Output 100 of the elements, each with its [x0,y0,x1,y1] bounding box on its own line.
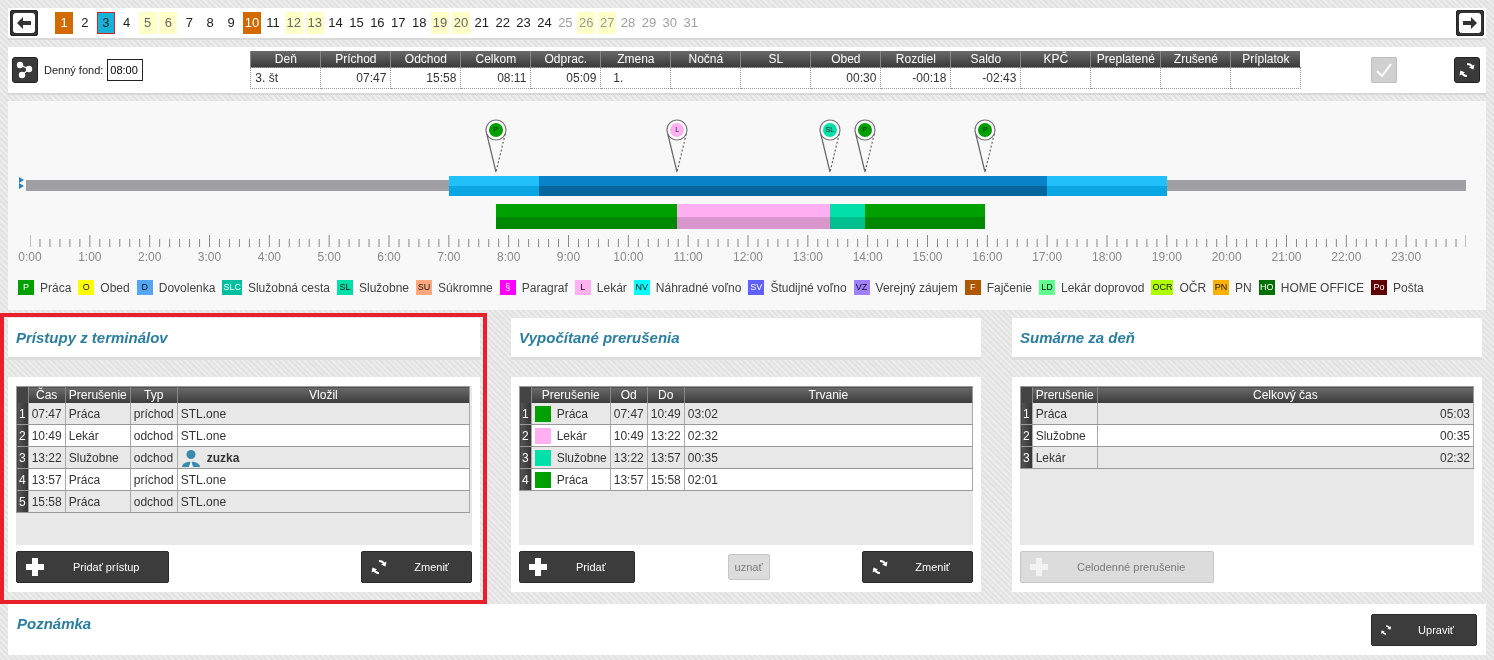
column-header: Obed [810,51,881,68]
legend-label: Lekár doprovod [1061,280,1145,295]
legend-swatch: SV [748,280,765,295]
column-header: Príplatok [1230,51,1301,68]
day-link[interactable]: 14 [326,12,345,34]
refresh-icon [871,558,890,576]
table-cell: Práca [65,403,131,425]
refresh-button[interactable]: Zmeniť [862,551,973,583]
day-link[interactable]: 19 [431,12,450,34]
column-header: Saldo [950,51,1021,68]
table-cell: 07:47 [320,67,391,89]
table-cell: 00:30 [810,67,881,89]
day-link[interactable]: 23 [514,12,533,34]
nodes-button[interactable] [12,57,38,83]
next-button[interactable] [1456,10,1484,36]
row-number: 2 [16,424,29,447]
table-cell: 07:47 [28,403,66,425]
day-link[interactable]: 11 [263,12,282,34]
day-link[interactable]: 4 [117,12,136,34]
axis-label: 14:00 [852,250,883,264]
add-button[interactable]: Pridať [519,551,635,583]
legend-swatch: F [964,280,981,295]
table-cell: 05:03 [1097,403,1474,425]
plus-icon [25,557,45,577]
day-link[interactable]: 15 [347,12,366,34]
day-link[interactable]: 13 [305,12,324,34]
refresh-button[interactable]: Zmeniť [361,551,472,583]
add-button[interactable]: Pridať prístup [16,551,169,583]
panel-title: Poznámka [17,615,92,632]
day-link[interactable]: 12 [284,12,303,34]
plus-icon [528,557,548,577]
day-link[interactable]: 3 [96,12,115,34]
legend-label: Služobná cesta [247,280,330,295]
column-header: Typ [130,386,178,403]
column-header: Preplatené [1090,51,1161,68]
day-link[interactable]: 8 [201,12,220,34]
axis-label: 9:00 [556,250,581,264]
arrow-right-icon [1459,13,1481,33]
arrow-left-icon [13,13,35,33]
table-cell: Práca [556,472,589,487]
previous-button[interactable] [10,10,38,36]
table-cell: Lekár [556,428,587,443]
table-cell: príchod [130,403,178,425]
table-cell: 08:11 [460,67,531,89]
table-cell: 05:09 [530,67,601,89]
row-number: 3 [519,446,532,469]
axis-label: 6:00 [377,250,401,264]
row-number: 1 [1020,403,1033,425]
axis-label: 4:00 [257,250,281,264]
check-icon [1374,62,1393,78]
column-header: Odchod [390,51,461,68]
day-link[interactable]: 7 [180,12,199,34]
axis-label: 10:00 [613,250,644,264]
row-number: 4 [519,468,532,491]
column-header: Prerušenie [531,386,611,403]
day-link[interactable]: 20 [451,12,470,34]
legend-swatch: HO [1258,280,1275,295]
row-number: 3 [1020,446,1033,469]
row-number: 2 [519,424,532,447]
day-link[interactable]: 10 [243,12,261,34]
day-link[interactable]: 18 [410,12,429,34]
axis-label: 1:00 [78,250,102,264]
column-header: Odprac. [530,51,601,68]
refresh-button[interactable]: Upraviť [1371,613,1477,646]
legend-swatch: SLC [222,280,242,295]
day-link[interactable]: 2 [75,12,94,34]
axis-label: 7:00 [437,250,461,264]
day-link[interactable]: 22 [493,12,512,34]
refresh-button[interactable] [1454,57,1480,83]
column-header: Čas [28,386,66,403]
legend-label: Pošta [1393,280,1424,295]
legend-label: Lekár [596,280,627,295]
table-cell: STL.one [177,490,470,513]
column-header: Celkový čas [1097,386,1474,403]
legend-swatch: § [499,280,516,295]
day-link[interactable]: 21 [472,12,491,34]
user-icon [180,448,201,467]
table-cell: 10:49 [647,403,685,425]
legend-label: HOME OFFICE [1280,280,1365,295]
table-cell: -00:18 [880,67,951,89]
table-cell: 3. št [250,67,321,89]
legend-swatch: SL [337,280,353,295]
panel-title: Vypočítané prerušenia [519,329,680,346]
column-header: SL [740,51,811,68]
day-link[interactable]: 5 [138,12,157,34]
table-cell: 02:32 [1097,446,1474,469]
legend-swatch: P [18,280,34,295]
day-link[interactable]: 17 [389,12,408,34]
axis-label: 12:00 [733,250,763,264]
day-link[interactable]: 1 [55,12,73,34]
row-number: 1 [519,403,532,425]
panel-title: Sumárne za deň [1020,329,1136,346]
column-header: Prerušenie [1032,386,1098,403]
day-link[interactable]: 6 [159,12,178,34]
day-link[interactable]: 9 [222,12,241,34]
fund-field[interactable]: 08:00 [107,59,144,81]
user-name: zuzka [206,450,240,465]
column-header: Deň [250,51,321,68]
day-link[interactable]: 16 [368,12,387,34]
day-link[interactable]: 24 [535,12,554,34]
